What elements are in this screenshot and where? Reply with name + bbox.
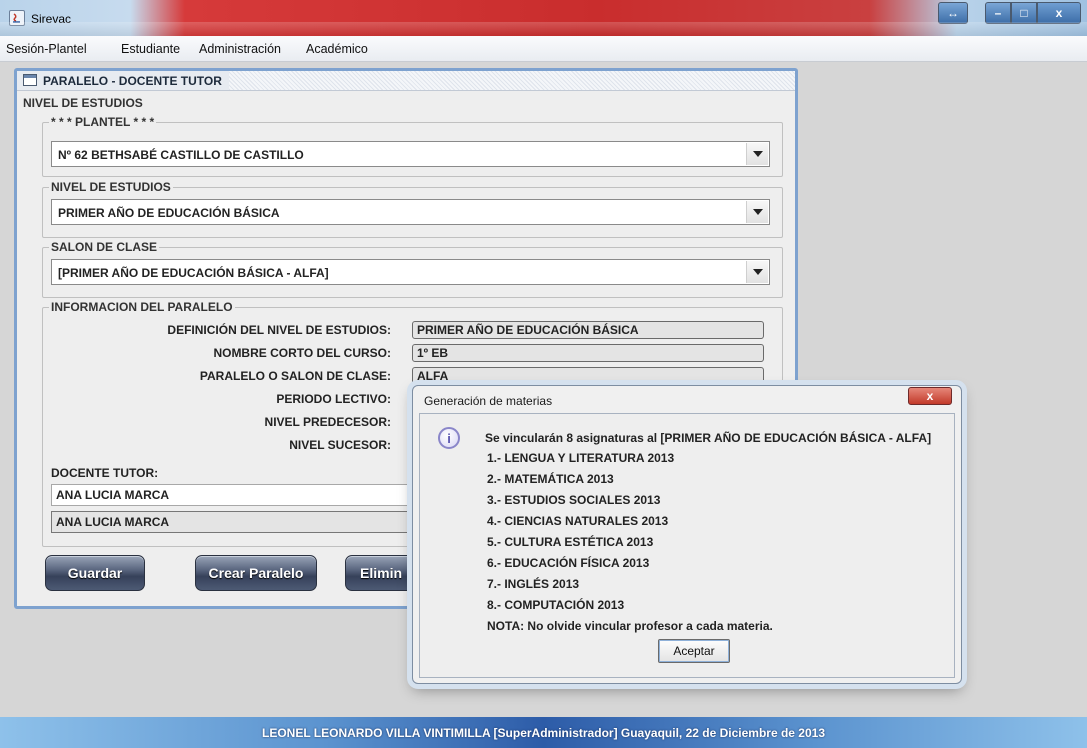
salon-clase-group: SALON DE CLASE [PRIMER AÑO DE EDUCACIÓN … [42, 240, 783, 298]
status-bar: LEONEL LEONARDO VILLA VINTIMILLA [SuperA… [0, 717, 1087, 748]
plantel-group-label: * * * PLANTEL * * * [49, 115, 157, 129]
aceptar-button[interactable]: Aceptar [658, 639, 730, 663]
nivel-sucesor-label: NIVEL SUCESOR: [289, 438, 391, 452]
subject-item: 6.- EDUCACIÓN FÍSICA 2013 [487, 556, 650, 570]
paralelo-salon-label: PARALELO O SALON DE CLASE: [199, 369, 391, 383]
minimize-button[interactable]: – [985, 2, 1011, 24]
definicion-nivel-label: DEFINICIÓN DEL NIVEL DE ESTUDIOS: [167, 323, 391, 337]
frame-title-bar[interactable]: PARALELO - DOCENTE TUTOR [17, 71, 795, 91]
dialog-title: Generación de materias [424, 394, 553, 408]
chevron-down-icon[interactable] [746, 201, 768, 223]
frame-title: PARALELO - DOCENTE TUTOR [43, 74, 222, 88]
docente-tutor-label: DOCENTE TUTOR: [51, 466, 159, 480]
plantel-selected-value: Nº 62 BETHSABÉ CASTILLO DE CASTILLO [58, 148, 304, 162]
nombre-corto-field[interactable]: 1º EB [412, 344, 764, 362]
guardar-button[interactable]: Guardar [45, 555, 145, 591]
plantel-group: * * * PLANTEL * * * Nº 62 BETHSABÉ CASTI… [42, 115, 783, 177]
chevron-down-icon[interactable] [746, 143, 768, 165]
window-title: Sirevac [31, 12, 72, 26]
definicion-nivel-field[interactable]: PRIMER AÑO DE EDUCACIÓN BÁSICA [412, 321, 764, 339]
dialog-note: NOTA: No olvide vincular profesor a cada… [487, 619, 773, 633]
nivel-estudios-group-label: NIVEL DE ESTUDIOS [49, 180, 173, 194]
subject-item: 5.- CULTURA ESTÉTICA 2013 [487, 535, 654, 549]
menu-estudiante[interactable]: Estudiante [121, 42, 180, 56]
generacion-materias-dialog: Generación de materias x i Se vincularán… [412, 385, 962, 684]
nombre-corto-label: NOMBRE CORTO DEL CURSO: [213, 346, 391, 360]
salon-clase-group-label: SALON DE CLASE [49, 240, 160, 254]
subject-item: 1.- LENGUA Y LITERATURA 2013 [487, 451, 675, 465]
nivel-estudios-select[interactable]: PRIMER AÑO DE EDUCACIÓN BÁSICA [51, 199, 770, 225]
outer-group-label: NIVEL DE ESTUDIOS [23, 96, 143, 110]
close-icon[interactable]: x [908, 387, 952, 405]
menu-academico[interactable]: Académico [306, 42, 368, 56]
java-app-icon [9, 10, 25, 26]
nivel-predecesor-label: NIVEL PREDECESOR: [264, 415, 391, 429]
window-icon [23, 74, 37, 86]
subject-item: 7.- INGLÉS 2013 [487, 577, 580, 591]
subject-item: 2.- MATEMÁTICA 2013 [487, 472, 614, 486]
menu-administracion[interactable]: Administración [199, 42, 281, 56]
paralelo-salon-field[interactable]: ALFA [412, 367, 764, 385]
resize-button[interactable]: ↔ [938, 2, 968, 24]
maximize-button[interactable]: □ [1011, 2, 1037, 24]
eliminar-button[interactable]: Elimin [345, 555, 415, 591]
window-title-bar: Sirevac ↔ – □ x [0, 0, 1087, 36]
salon-clase-select[interactable]: [PRIMER AÑO DE EDUCACIÓN BÁSICA - ALFA] [51, 259, 770, 285]
menu-bar: Sesión-Plantel Estudiante Administración… [0, 36, 1087, 62]
menu-sesion-plantel[interactable]: Sesión-Plantel [6, 42, 87, 56]
informacion-paralelo-group-label: INFORMACION DEL PARALELO [49, 300, 235, 314]
dialog-message-header: Se vincularán 8 asignaturas al [PRIMER A… [485, 431, 932, 445]
close-window-button[interactable]: x [1037, 2, 1081, 24]
plantel-select[interactable]: Nº 62 BETHSABÉ CASTILLO DE CASTILLO [51, 141, 770, 167]
info-icon: i [438, 427, 460, 449]
dialog-body: i Se vincularán 8 asignaturas al [PRIMER… [419, 413, 955, 678]
subject-item: 8.- COMPUTACIÓN 2013 [487, 598, 625, 612]
crear-paralelo-button[interactable]: Crear Paralelo [195, 555, 317, 591]
status-user-info: LEONEL LEONARDO VILLA VINTIMILLA [SuperA… [262, 726, 825, 740]
subject-item: 4.- CIENCIAS NATURALES 2013 [487, 514, 669, 528]
nivel-estudios-group: NIVEL DE ESTUDIOS PRIMER AÑO DE EDUCACIÓ… [42, 180, 783, 238]
salon-clase-selected-value: [PRIMER AÑO DE EDUCACIÓN BÁSICA - ALFA] [58, 266, 329, 280]
subject-item: 3.- ESTUDIOS SOCIALES 2013 [487, 493, 661, 507]
periodo-lectivo-label: PERIODO LECTIVO: [276, 392, 391, 406]
nivel-estudios-selected-value: PRIMER AÑO DE EDUCACIÓN BÁSICA [58, 206, 280, 220]
chevron-down-icon[interactable] [746, 261, 768, 283]
